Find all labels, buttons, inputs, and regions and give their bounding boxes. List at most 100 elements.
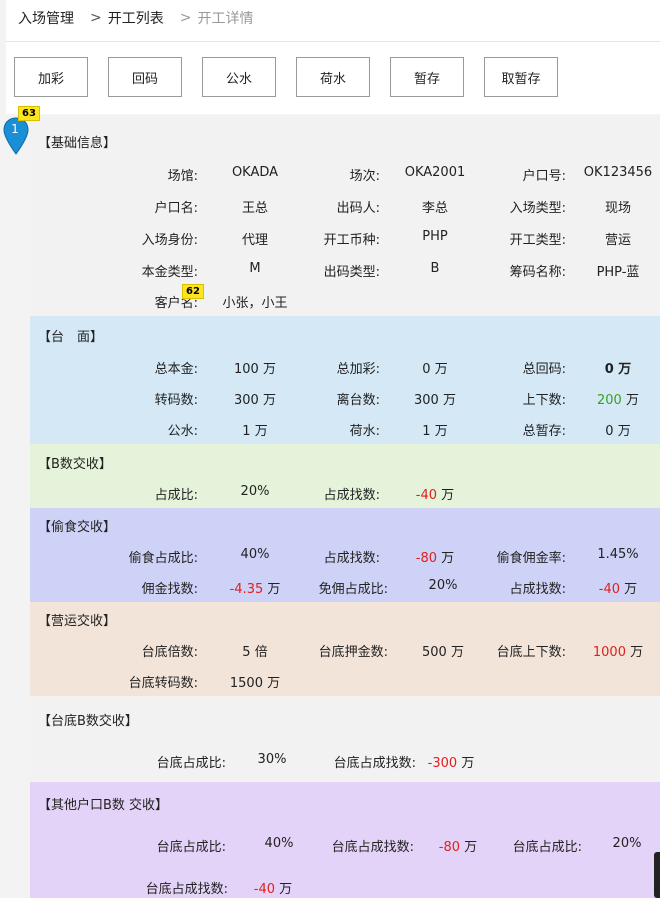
issuer-label: 出码人:	[336, 201, 380, 216]
commission-change-label: 佣金找数:	[141, 582, 198, 597]
page: 入场管理 > 开工列表 > 开工详情 加彩 回码 公水 荷水 暂存 取暂存 【基…	[6, 0, 660, 898]
floor-multiple-value: 5 倍	[242, 645, 268, 660]
steal-share-ratio-value: 40%	[240, 547, 270, 562]
basic-info-panel: 【基础信息】 场馆: OKADA 场次: OKA2001 户口号: OK1234…	[30, 116, 660, 316]
share-ratio-label: 占成比:	[154, 488, 198, 503]
floor-deposit-value: 500 万	[422, 645, 464, 660]
floor-share-ratio-value: 20%	[612, 836, 642, 851]
share-change-label: 占成找数:	[509, 582, 566, 597]
account-name-label: 户口名:	[154, 201, 198, 216]
public-water-button[interactable]: 公水	[202, 57, 276, 97]
floor-share-change-value: -40 万	[230, 878, 316, 897]
leave-table-label: 离台数:	[336, 393, 380, 408]
code-type-label: 出码类型:	[323, 265, 380, 280]
unit: 万	[279, 882, 293, 897]
rolling-label: 转码数:	[154, 393, 198, 408]
account-name-value: 王总	[241, 201, 268, 216]
session-value: OKA2001	[404, 165, 466, 180]
total-hold-label: 总暂存:	[522, 424, 566, 439]
unit: 万	[441, 488, 455, 503]
info-row: 入场身份: 代理 开工币种: PHP 开工类型: 营运	[30, 229, 660, 249]
commission-change-number: -4.35	[229, 582, 264, 597]
win-loss-value: 200 万	[578, 389, 658, 408]
breadcrumb-home[interactable]: 入场管理	[18, 8, 74, 28]
issuer-value: 李总	[421, 201, 448, 216]
unit: 万	[625, 393, 639, 408]
info-row: 总本金: 100 万 总加彩: 0 万 总回码: 0 万	[30, 358, 660, 378]
b-settlement-panel: 【B数交收】 占成比: 20% 占成找数: -40 万	[30, 444, 660, 508]
table-panel: 【台 面】 总本金: 100 万 总加彩: 0 万 总回码: 0 万 转码数: …	[30, 316, 660, 444]
floor-share-change-label: 台底占成找数:	[331, 840, 414, 855]
total-principal-label: 总本金:	[154, 362, 198, 377]
floor-share-change-label: 台底占成找数:	[333, 756, 416, 771]
info-row: 场馆: OKADA 场次: OKA2001 户口号: OK123456	[30, 165, 660, 185]
breadcrumb-list[interactable]: 开工列表	[108, 8, 164, 28]
add-bonus-button[interactable]: 加彩	[14, 57, 88, 97]
floor-win-loss-number: 1000	[592, 645, 626, 660]
share-change-value: -40 万	[390, 484, 480, 503]
breadcrumb: 入场管理 > 开工列表 > 开工详情	[18, 8, 253, 28]
floor-deposit-label: 台底押金数:	[318, 645, 388, 660]
hold-button[interactable]: 暂存	[390, 57, 464, 97]
commission-change-value: -4.35 万	[210, 578, 300, 597]
floor-share-change-number: -40	[253, 882, 276, 897]
leave-table-value: 300 万	[414, 393, 456, 408]
no-commission-ratio-label: 免佣占成比:	[318, 582, 388, 597]
floor-win-loss-label: 台底上下数:	[496, 645, 566, 660]
work-type-value: 营运	[604, 233, 631, 248]
floor-b-settlement-title: 【台底B数交收】	[38, 714, 138, 729]
currency-label: 开工币种:	[323, 233, 380, 248]
info-row: 转码数: 300 万 离台数: 300 万 上下数: 200 万	[30, 389, 660, 409]
venue-label: 场馆:	[167, 169, 198, 184]
total-principal-value: 100 万	[234, 362, 276, 377]
floor-share-change-label: 台底占成找数:	[145, 882, 228, 897]
unit: 万	[464, 840, 478, 855]
location-pin-icon[interactable]: 1	[0, 116, 32, 158]
principal-type-value: M	[249, 261, 261, 276]
info-row: 台底占成比: 30% 台底占成找数: -300 万	[30, 752, 660, 772]
no-commission-ratio-value: 20%	[428, 578, 458, 593]
breadcrumb-separator: >	[90, 10, 102, 26]
operation-settlement-panel: 【营运交收】 台底倍数: 5 倍 台底押金数: 500 万 台底上下数: 100…	[30, 602, 660, 696]
total-return-label: 总回码:	[522, 362, 566, 377]
share-change-value: -40 万	[578, 578, 658, 597]
share-change-label: 占成找数:	[323, 551, 380, 566]
share-change-number: -40	[598, 582, 621, 597]
info-row: 台底转码数: 1500 万	[30, 672, 660, 692]
floor-b-settlement-panel: 【台底B数交收】 台底占成比: 30% 台底占成找数: -300 万	[30, 696, 660, 782]
win-loss-label: 上下数:	[522, 393, 566, 408]
account-number-value: OK123456	[583, 165, 653, 180]
total-bonus-value: 0 万	[422, 362, 448, 377]
floor-share-ratio-label: 台底占成比:	[156, 840, 226, 855]
entry-role-value: 代理	[241, 233, 268, 248]
unit: 万	[630, 645, 644, 660]
dealer-water-label: 荷水:	[349, 424, 380, 439]
code-type-value: B	[430, 261, 440, 276]
breadcrumb-separator: >	[179, 10, 192, 26]
pin-label: 1	[11, 122, 19, 136]
info-row: 佣金找数: -4.35 万 免佣占成比: 20% 占成找数: -40 万	[30, 578, 660, 598]
other-account-settlement-panel: 【其他户口B数 交收】 台底占成比: 40% 台底占成找数: -80 万 台底占…	[30, 782, 660, 898]
venue-value: OKADA	[231, 165, 279, 180]
entry-role-label: 入场身份:	[141, 233, 198, 248]
currency-value: PHP	[422, 229, 448, 244]
table-panel-title: 【台 面】	[38, 330, 104, 345]
dealer-water-value: 1 万	[422, 424, 448, 439]
info-row: 台底占成找数: -40 万	[30, 878, 660, 898]
principal-type-label: 本金类型:	[141, 265, 198, 280]
unit: 万	[624, 582, 638, 597]
account-number-label: 户口号:	[522, 169, 566, 184]
dealer-water-button[interactable]: 荷水	[296, 57, 370, 97]
info-row: 占成比: 20% 占成找数: -40 万	[30, 484, 660, 504]
floor-rolling-label: 台底转码数:	[128, 676, 198, 691]
return-chips-button[interactable]: 回码	[108, 57, 182, 97]
header-divider	[6, 41, 660, 42]
floor-share-ratio-label: 台底占成比:	[156, 756, 226, 771]
floor-win-loss-value: 1000 万	[578, 641, 658, 660]
b-settlement-title: 【B数交收】	[38, 457, 112, 472]
unit: 万	[267, 582, 281, 597]
floor-share-change-number: -80	[438, 840, 461, 855]
floor-share-change-value: -300 万	[406, 752, 496, 771]
release-hold-button[interactable]: 取暂存	[484, 57, 558, 97]
scrollbar[interactable]	[654, 852, 660, 898]
